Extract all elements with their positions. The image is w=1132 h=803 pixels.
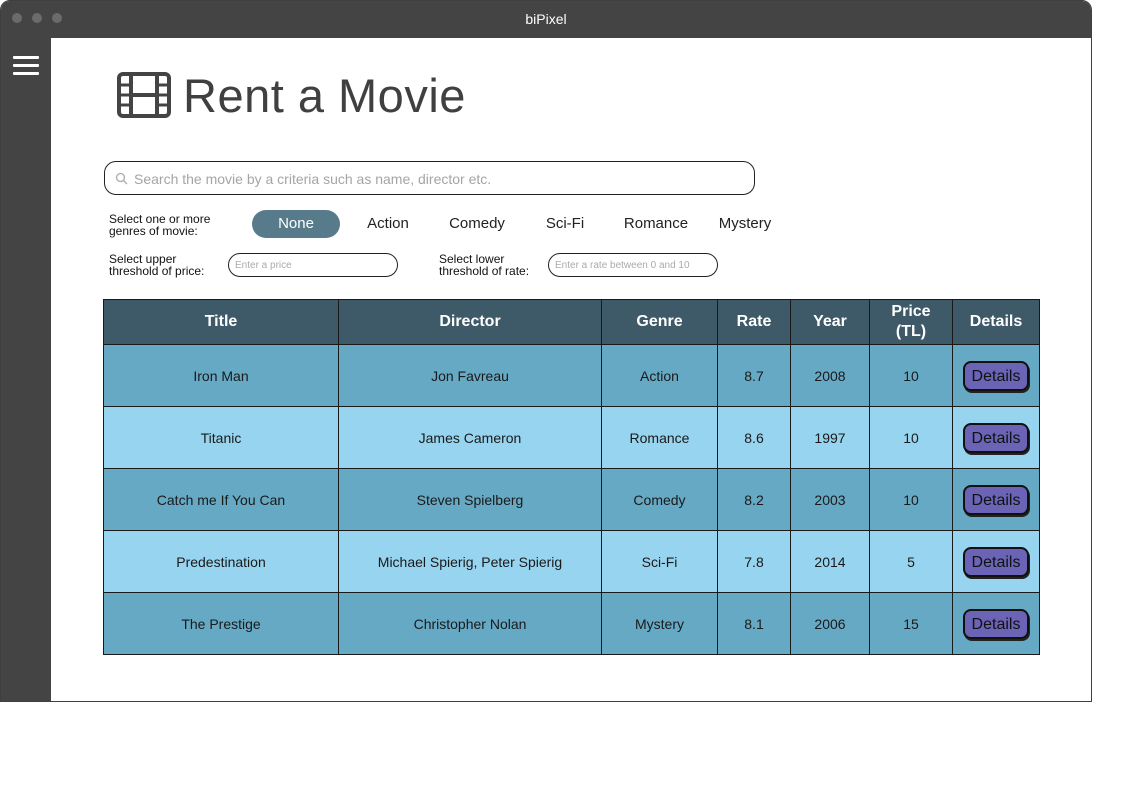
cell-title: Titanic [103, 406, 339, 469]
column-header-title: Title [103, 299, 339, 345]
genre-option-comedy[interactable]: Comedy [441, 210, 513, 238]
cell-rate: 8.2 [717, 468, 791, 531]
cell-details: Details [952, 344, 1040, 407]
cell-year: 2008 [790, 344, 870, 407]
table-row: Predestination Michael Spierig, Peter Sp… [103, 530, 1040, 593]
genre-option-action[interactable]: Action [357, 210, 419, 238]
genre-option-mystery[interactable]: Mystery [713, 210, 777, 238]
genre-option-none[interactable]: None [252, 210, 340, 238]
page-header: Rent a Movie [117, 67, 466, 123]
cell-rate: 8.1 [717, 592, 791, 655]
rate-filter-label: Select lower threshold of rate: [439, 252, 530, 278]
cell-director: James Cameron [338, 406, 602, 469]
cell-genre: Romance [601, 406, 718, 469]
window-title: biPixel [525, 11, 567, 27]
cell-year: 2014 [790, 530, 870, 593]
sidebar [1, 38, 51, 701]
cell-director: Christopher Nolan [338, 592, 602, 655]
menu-icon[interactable] [13, 56, 39, 76]
cell-rate: 8.7 [717, 344, 791, 407]
details-button[interactable]: Details [963, 608, 1029, 639]
details-button[interactable]: Details [963, 360, 1029, 391]
cell-details: Details [952, 468, 1040, 531]
cell-year: 2003 [790, 468, 870, 531]
genre-option-romance[interactable]: Romance [615, 210, 697, 238]
genre-filter-label: Select one or more genres of movie: [109, 212, 211, 238]
cell-year: 2006 [790, 592, 870, 655]
cell-genre: Comedy [601, 468, 718, 531]
cell-details: Details [952, 406, 1040, 469]
details-button[interactable]: Details [963, 546, 1029, 577]
cell-price: 10 [869, 344, 953, 407]
cell-price: 10 [869, 406, 953, 469]
price-filter-label: Select upper threshold of price: [109, 252, 205, 278]
price-threshold-input[interactable] [228, 253, 398, 277]
app-window: biPixel Rent a Movie Select one or mor [0, 0, 1092, 702]
genre-option-sci-fi[interactable]: Sci-Fi [537, 210, 593, 238]
details-button[interactable]: Details [963, 484, 1029, 515]
table-row: The Prestige Christopher Nolan Mystery 8… [103, 592, 1040, 655]
maximize-window-dot[interactable] [52, 13, 62, 23]
cell-director: Michael Spierig, Peter Spierig [338, 530, 602, 593]
column-header-price: Price (TL) [869, 299, 953, 345]
cell-director: Jon Favreau [338, 344, 602, 407]
cell-director: Steven Spielberg [338, 468, 602, 531]
cell-title: The Prestige [103, 592, 339, 655]
cell-details: Details [952, 530, 1040, 593]
rate-threshold-input[interactable] [548, 253, 718, 277]
table-row: Catch me If You Can Steven Spielberg Com… [103, 468, 1040, 531]
column-header-details: Details [952, 299, 1040, 345]
column-header-year: Year [790, 299, 870, 345]
cell-year: 1997 [790, 406, 870, 469]
details-button[interactable]: Details [963, 422, 1029, 453]
search-box[interactable] [104, 161, 755, 195]
cell-title: Predestination [103, 530, 339, 593]
cell-price: 10 [869, 468, 953, 531]
column-header-rate: Rate [717, 299, 791, 345]
table-header-row: Title Director Genre Rate Year Price (TL… [103, 299, 1040, 345]
minimize-window-dot[interactable] [32, 13, 42, 23]
cell-price: 15 [869, 592, 953, 655]
movies-table: Title Director Genre Rate Year Price (TL… [103, 299, 1040, 655]
page-title: Rent a Movie [183, 68, 466, 122]
column-header-genre: Genre [601, 299, 718, 345]
close-window-dot[interactable] [12, 13, 22, 23]
cell-rate: 7.8 [717, 530, 791, 593]
search-input[interactable] [132, 164, 746, 194]
cell-genre: Mystery [601, 592, 718, 655]
search-icon [115, 172, 128, 185]
table-row: Titanic James Cameron Romance 8.6 1997 1… [103, 406, 1040, 469]
cell-price: 5 [869, 530, 953, 593]
cell-genre: Sci-Fi [601, 530, 718, 593]
cell-title: Catch me If You Can [103, 468, 339, 531]
cell-rate: 8.6 [717, 406, 791, 469]
table-row: Iron Man Jon Favreau Action 8.7 2008 10 … [103, 344, 1040, 407]
film-icon [117, 72, 171, 118]
cell-title: Iron Man [103, 344, 339, 407]
cell-genre: Action [601, 344, 718, 407]
column-header-director: Director [338, 299, 602, 345]
title-bar: biPixel [1, 1, 1091, 38]
cell-details: Details [952, 592, 1040, 655]
